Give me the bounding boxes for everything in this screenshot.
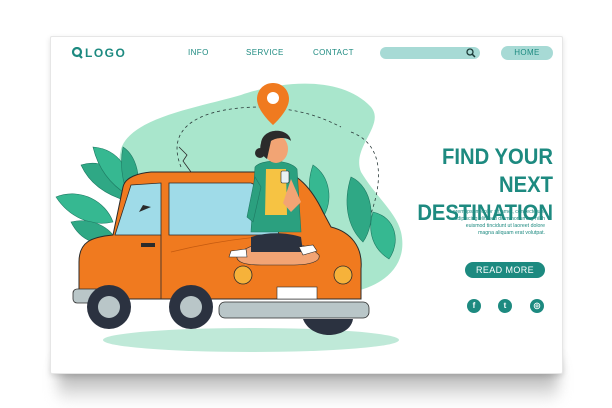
body-line: magna aliquam erat volutpat. (478, 230, 545, 236)
home-button[interactable]: HOME (501, 46, 553, 60)
instagram-icon[interactable]: ◎ (530, 299, 544, 313)
body-line: adipiscing elit, sed diam nonummy nibh (454, 216, 545, 222)
body-line: euismod tincidunt ut laoreet dolore (465, 223, 545, 229)
hero-body-text: Lorem ipsum dolor sit amet, consectetuer… (411, 209, 545, 237)
search-icon[interactable] (466, 48, 476, 58)
search-input[interactable] (380, 47, 480, 59)
twitter-icon[interactable]: t (498, 299, 512, 313)
landing-page-card: LOGO INFO SERVICE CONTACT HOME FIND YOUR… (50, 36, 563, 374)
headline-line-1: FIND YOUR NEXT (442, 144, 553, 197)
facebook-icon[interactable]: f (467, 299, 481, 313)
logo-pin-icon (71, 47, 83, 59)
nav-link-service[interactable]: SERVICE (246, 48, 284, 57)
read-more-button[interactable]: READ MORE (465, 262, 545, 278)
nav-link-contact[interactable]: CONTACT (313, 48, 354, 57)
nav-link-info[interactable]: INFO (188, 48, 209, 57)
logo[interactable]: LOGO (71, 46, 126, 60)
logo-text: LOGO (85, 46, 127, 60)
body-line: Lorem ipsum dolor sit amet, consectetuer (449, 209, 545, 215)
